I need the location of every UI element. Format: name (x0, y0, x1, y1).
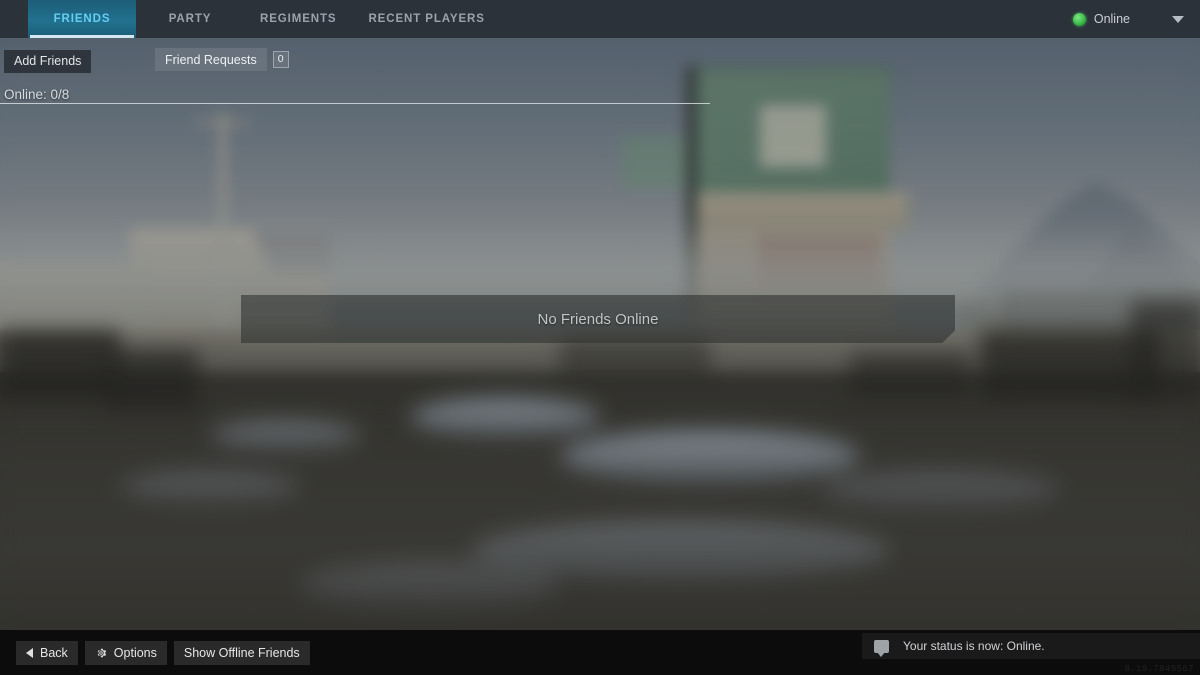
tab-friends[interactable]: FRIENDS (28, 0, 136, 38)
top-navigation-bar: FRIENDS PARTY REGIMENTS RECENT PLAYERS O… (0, 0, 1200, 38)
show-offline-friends-button[interactable]: Show Offline Friends (173, 640, 310, 665)
back-button-label: Back (40, 645, 68, 660)
tab-party-label: PARTY (168, 13, 212, 25)
tab-recent-players[interactable]: RECENT PLAYERS (352, 0, 500, 38)
chevron-left-icon (26, 647, 33, 658)
status-notification-message: Your status is now: Online. (903, 639, 1045, 653)
tab-party[interactable]: PARTY (136, 0, 244, 38)
options-button[interactable]: Options (84, 640, 167, 665)
friend-requests-count: 0 (277, 53, 284, 66)
gear-icon (97, 648, 106, 657)
tab-regiments-label: REGIMENTS (260, 13, 337, 25)
bottom-button-group: Back Options Show Offline Friends (16, 640, 310, 665)
status-dropdown-label: Online (1093, 12, 1130, 26)
tab-bar-spacer (0, 0, 28, 38)
status-notification-toast: Your status is now: Online. (862, 633, 1200, 659)
section-divider (0, 103, 710, 104)
status-dropdown[interactable]: Online (1059, 0, 1200, 38)
tab-friends-label: FRIENDS (53, 13, 111, 25)
show-offline-friends-label: Show Offline Friends (183, 645, 300, 660)
friends-empty-state-panel: No Friends Online (241, 295, 955, 343)
online-status-icon (1072, 12, 1086, 26)
chevron-down-icon (1172, 15, 1184, 23)
friend-requests-badge: 0 (272, 51, 289, 68)
build-version-label: 8.19.7845567 (1124, 664, 1194, 674)
tab-regiments[interactable]: REGIMENTS (244, 0, 352, 38)
add-friends-label: Add Friends (14, 54, 82, 68)
friends-action-row: Add Friends Friend Requests 0 (0, 48, 1200, 74)
online-count-label: Online: 0/8 (4, 87, 70, 102)
back-button[interactable]: Back (16, 640, 78, 665)
chat-bubble-icon (874, 639, 889, 657)
options-button-label: Options (113, 645, 157, 660)
friend-requests-button[interactable]: Friend Requests (155, 48, 267, 71)
friend-requests-label: Friend Requests (165, 52, 257, 67)
friends-empty-state-message: No Friends Online (537, 310, 659, 328)
tab-recent-players-label: RECENT PLAYERS (368, 13, 485, 25)
add-friends-button[interactable]: Add Friends (4, 49, 92, 73)
tab-list: FRIENDS PARTY REGIMENTS RECENT PLAYERS (28, 0, 501, 38)
friends-screen: FRIENDS PARTY REGIMENTS RECENT PLAYERS O… (0, 0, 1200, 675)
friend-requests-group: Friend Requests 0 (155, 48, 289, 71)
